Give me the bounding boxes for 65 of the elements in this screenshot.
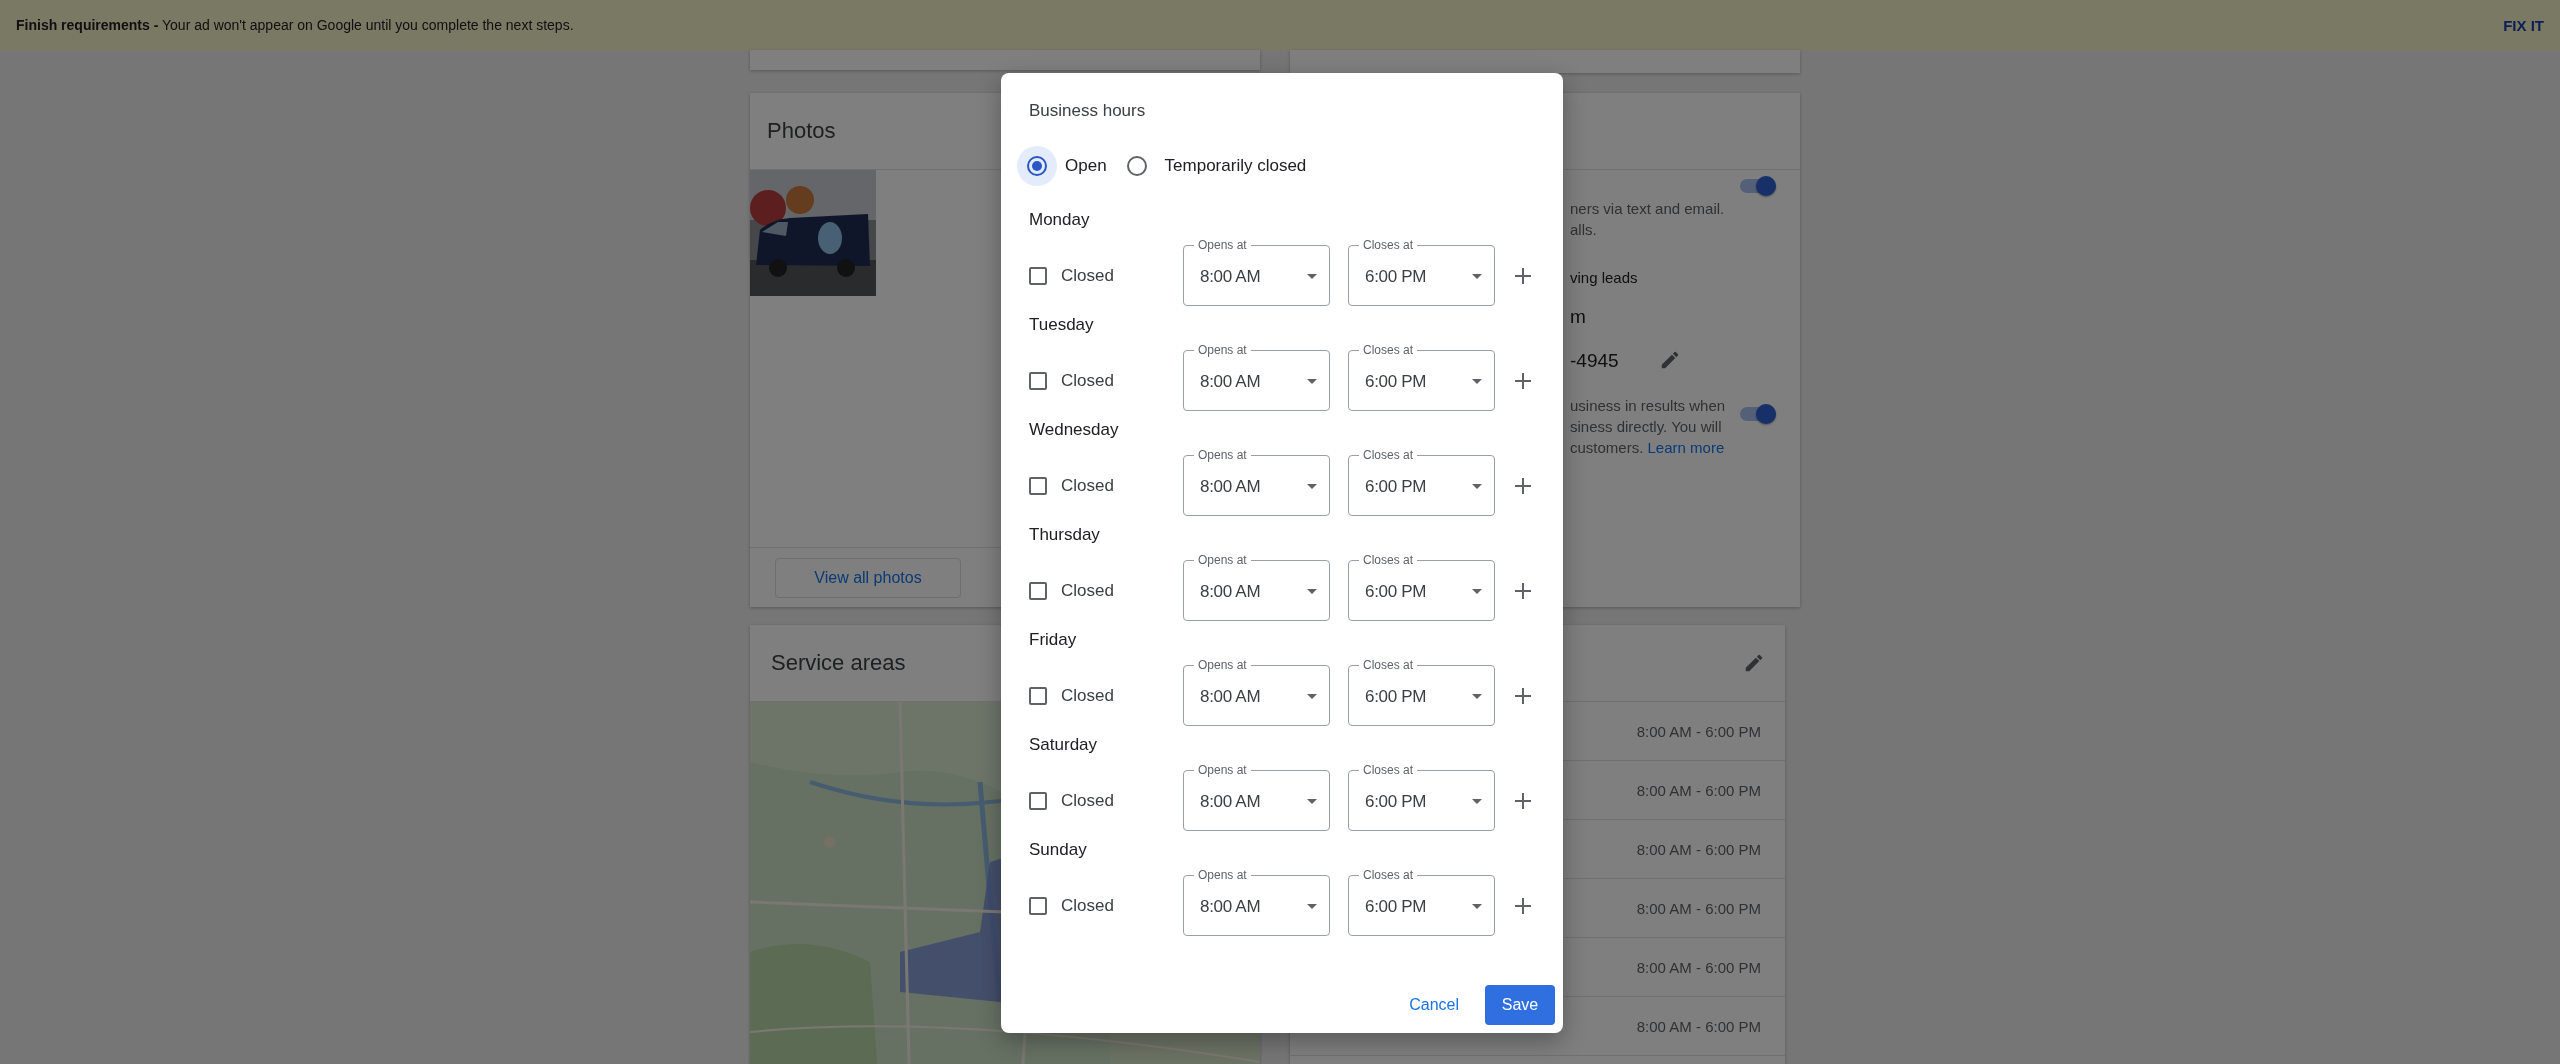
email-text: m [1570,306,1587,327]
opens-at-dropdown[interactable]: Opens at 8:00 AM [1183,448,1330,516]
dropdown-caret-icon [1472,484,1482,489]
closed-checkbox[interactable]: Closed [1029,580,1183,601]
hours-text: 8:00 AM - 6:00 PM [1636,840,1761,858]
fix-it-link[interactable]: FIX IT [2503,16,2544,34]
closed-checkbox[interactable]: Closed [1029,475,1183,496]
closes-at-dropdown[interactable]: Closes at 6:00 PM [1348,343,1495,411]
hours-text: 8:00 AM - 6:00 PM [1636,722,1761,740]
day-label: Monday [1029,209,1091,231]
toggle-switch[interactable] [1740,176,1776,196]
dropdown-caret-icon [1307,589,1317,594]
closes-at-dropdown[interactable]: Closes at 6:00 PM [1348,448,1495,516]
day-label: Saturday [1029,734,1099,756]
dropdown-caret-icon [1307,799,1317,804]
opens-at-dropdown[interactable]: Opens at 8:00 AM [1183,658,1330,726]
dropdown-caret-icon [1307,484,1317,489]
closes-at-dropdown[interactable]: Closes at 6:00 PM [1348,868,1495,936]
save-button[interactable]: Save [1485,985,1555,1025]
dropdown-caret-icon [1307,694,1317,699]
banner-message: Finish requirements - Your ad won't appear on Google until you complete the next steps. [16,17,574,33]
opens-at-dropdown[interactable]: Opens at 8:00 AM [1183,553,1330,621]
hours-text: 8:00 AM - 6:00 PM [1636,958,1761,976]
day-label: Sunday [1029,839,1088,861]
radio-option[interactable]: Temporarily closed [1116,146,1317,186]
dropdown-caret-icon [1472,379,1482,384]
dropdown-caret-icon [1472,694,1482,699]
pencil-icon[interactable] [1743,652,1765,674]
closed-checkbox[interactable]: Closed [1029,790,1183,811]
closes-at-dropdown[interactable]: Closes at 6:00 PM [1348,553,1495,621]
dropdown-caret-icon [1472,589,1482,594]
day-label: Friday [1029,629,1078,651]
closed-checkbox[interactable]: Closed [1029,685,1183,706]
cancel-button[interactable]: Cancel [1405,988,1463,1022]
dropdown-caret-icon [1307,274,1317,279]
day-label: Wednesday [1029,419,1120,441]
opens-at-dropdown[interactable]: Opens at 8:00 AM [1183,238,1330,306]
dropdown-caret-icon [1472,274,1482,279]
day-label: Tuesday [1029,314,1095,336]
closes-at-dropdown[interactable]: Closes at 6:00 PM [1348,658,1495,726]
dropdown-caret-icon [1472,904,1482,909]
toggle-switch[interactable] [1740,404,1776,424]
opens-at-dropdown[interactable]: Opens at 8:00 AM [1183,343,1330,411]
phone-number: -4945 [1570,349,1619,371]
closed-checkbox[interactable]: Closed [1029,895,1183,916]
dropdown-caret-icon [1307,379,1317,384]
hours-text: 8:00 AM - 6:00 PM [1636,781,1761,799]
closed-checkbox[interactable]: Closed [1029,265,1183,286]
dropdown-caret-icon [1472,799,1482,804]
hours-text: 8:00 AM - 6:00 PM [1636,1017,1761,1035]
description-text: usiness in results when siness directly. You will customers. Learn more [1570,396,1727,458]
card-title: Service areas [771,650,906,676]
description-text: ners via text and email. alls. [1570,199,1726,240]
closes-at-dropdown[interactable]: Closes at 6:00 PM [1348,238,1495,306]
card-title: Photos [767,118,836,144]
hours-text: 8:00 AM - 6:00 PM [1636,899,1761,917]
subheading: ving leads [1570,268,1639,288]
dropdown-caret-icon [1307,904,1317,909]
opens-at-dropdown[interactable]: Opens at 8:00 AM [1183,868,1330,936]
closes-at-dropdown[interactable]: Closes at 6:00 PM [1348,763,1495,831]
closed-checkbox[interactable]: Closed [1029,370,1183,391]
dialog-title: Business hours [1029,101,1147,121]
day-label: Thursday [1029,524,1101,546]
opens-at-dropdown[interactable]: Opens at 8:00 AM [1183,763,1330,831]
radio-option[interactable]: Open [1017,146,1117,186]
